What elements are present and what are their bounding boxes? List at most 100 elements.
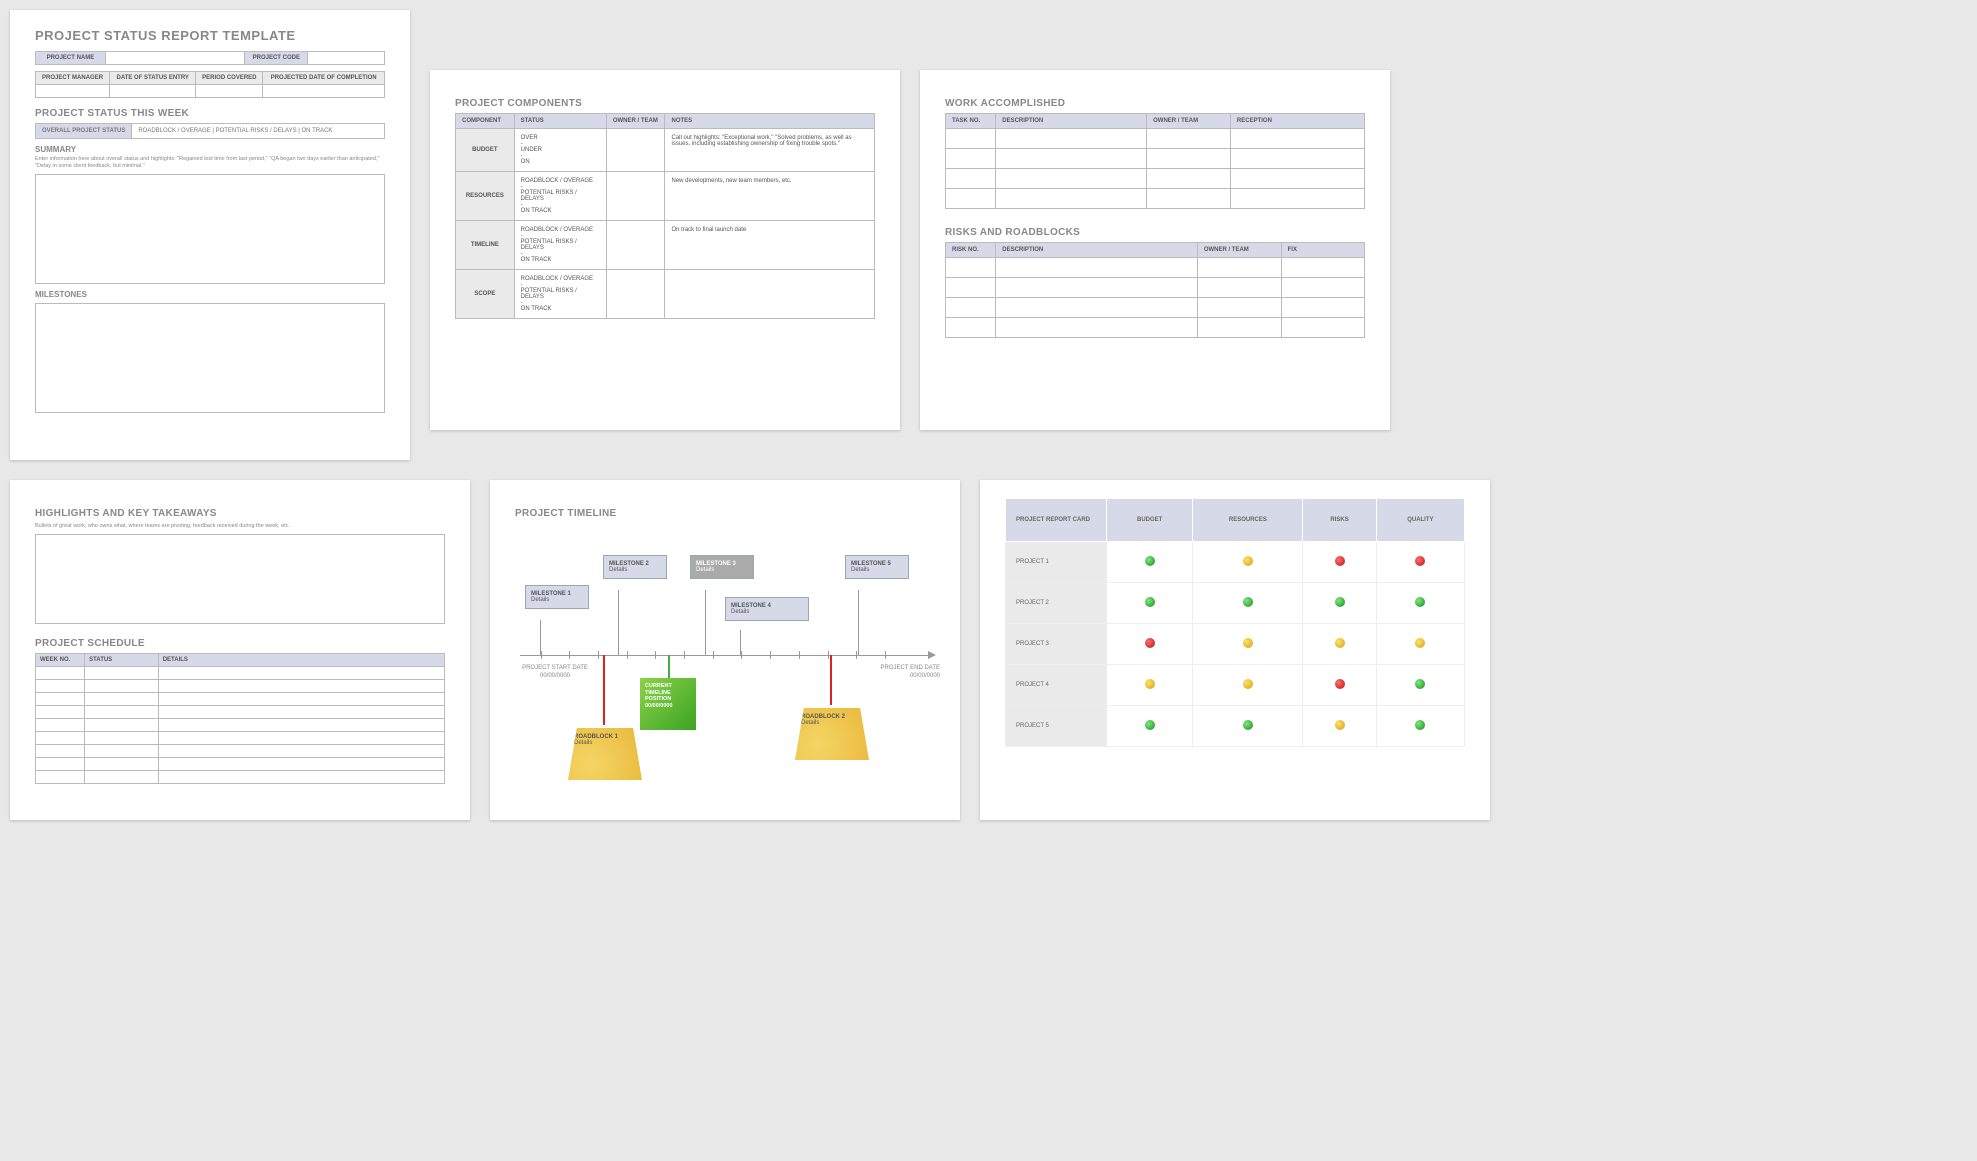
highlights-hint: Bullets of great work, who owns what, wh… — [35, 523, 445, 530]
row-label: PROJECT 4 — [1006, 665, 1107, 706]
row-label: PROJECT 5 — [1006, 706, 1107, 747]
components-heading: PROJECT COMPONENTS — [455, 98, 875, 109]
table-row — [946, 189, 1365, 209]
meta-table-1: PROJECT NAME PROJECT CODE — [35, 51, 385, 65]
milestone-4: MILESTONE 4Details — [725, 597, 809, 621]
table-row — [36, 758, 445, 771]
schedule-table: WEEK NO.STATUSDETAILS — [35, 653, 445, 784]
table-row — [946, 129, 1365, 149]
end-date: PROJECT END DATE00/00/0000 — [870, 665, 940, 681]
page-report-card: PROJECT REPORT CARD BUDGET RESOURCES RIS… — [980, 480, 1490, 820]
label-project-name: PROJECT NAME — [36, 52, 106, 65]
status-dot-icon — [1335, 679, 1345, 689]
risks-heading: RISKS AND ROADBLOCKS — [945, 227, 1365, 238]
th-status: STATUS — [514, 114, 606, 129]
page-work-risks: WORK ACCOMPLISHED TASK NO.DESCRIPTIONOWN… — [920, 70, 1390, 430]
page-status-report: PROJECT STATUS REPORT TEMPLATE PROJECT N… — [10, 10, 410, 460]
report-card-table: PROJECT REPORT CARD BUDGET RESOURCES RIS… — [1005, 498, 1465, 747]
status-dot-icon — [1145, 638, 1155, 648]
table-row — [36, 771, 445, 784]
arrow-right-icon — [928, 651, 936, 659]
timeline-axis — [520, 655, 930, 656]
schedule-heading: PROJECT SCHEDULE — [35, 638, 445, 649]
status-dot-icon — [1335, 597, 1345, 607]
th-resources: RESOURCES — [1193, 499, 1303, 542]
table-row — [946, 169, 1365, 189]
row-label: PROJECT 1 — [1006, 542, 1107, 583]
table-row: PROJECT 1 — [1006, 542, 1465, 583]
th-quality: QUALITY — [1376, 499, 1464, 542]
start-date: PROJECT START DATE00/00/0000 — [520, 665, 590, 681]
table-row: TIMELINEROADBLOCK / OVERAGE - POTENTIAL … — [456, 221, 875, 270]
roadblock-2: ROADBLOCK 2Details — [795, 708, 869, 760]
summary-heading: SUMMARY — [35, 145, 385, 154]
table-row: BUDGETOVER - UNDER - ONCall out highligh… — [456, 129, 875, 172]
milestone-5: MILESTONE 5Details — [845, 555, 909, 579]
table-row: PROJECT 5 — [1006, 706, 1465, 747]
status-row: OVERALL PROJECT STATUS ROADBLOCK / OVERA… — [35, 123, 385, 139]
label-project-code: PROJECT CODE — [245, 52, 308, 65]
timeline-heading: PROJECT TIMELINE — [515, 508, 935, 519]
status-dot-icon — [1243, 638, 1253, 648]
status-dot-icon — [1335, 720, 1345, 730]
work-heading: WORK ACCOMPLISHED — [945, 98, 1365, 109]
table-row — [946, 258, 1365, 278]
table-row — [36, 680, 445, 693]
th-owner: OWNER / TEAM — [606, 114, 665, 129]
milestones-box[interactable] — [35, 303, 385, 413]
risks-table: RISK NO.DESCRIPTIONOWNER / TEAMFIX — [945, 242, 1365, 338]
th-report-card: PROJECT REPORT CARD — [1006, 499, 1107, 542]
table-row: RESOURCESROADBLOCK / OVERAGE - POTENTIAL… — [456, 172, 875, 221]
status-dot-icon — [1145, 679, 1155, 689]
components-table: COMPONENT STATUS OWNER / TEAM NOTES BUDG… — [455, 113, 875, 319]
table-row: PROJECT 3 — [1006, 624, 1465, 665]
th-notes: NOTES — [665, 114, 875, 129]
table-row: SCOPEROADBLOCK / OVERAGE - POTENTIAL RIS… — [456, 270, 875, 319]
status-dot-icon — [1145, 720, 1155, 730]
table-row — [36, 667, 445, 680]
th-component: COMPONENT — [456, 114, 515, 129]
meta-table-2: PROJECT MANAGER DATE OF STATUS ENTRY PER… — [35, 71, 385, 98]
summary-box[interactable] — [35, 174, 385, 284]
table-row — [36, 706, 445, 719]
status-dot-icon — [1335, 638, 1345, 648]
status-dot-icon — [1145, 556, 1155, 566]
page-highlights-schedule: HIGHLIGHTS AND KEY TAKEAWAYS Bullets of … — [10, 480, 470, 820]
milestone-2: MILESTONE 2Details — [603, 555, 667, 579]
label-date-entry: DATE OF STATUS ENTRY — [110, 72, 196, 85]
overall-status-label: OVERALL PROJECT STATUS — [36, 124, 132, 138]
work-table: TASK NO.DESCRIPTIONOWNER / TEAMRECEPTION — [945, 113, 1365, 209]
table-row: PROJECT 2 — [1006, 583, 1465, 624]
table-row — [946, 298, 1365, 318]
summary-hint: Enter information here about overall sta… — [35, 156, 385, 170]
label-pm: PROJECT MANAGER — [36, 72, 110, 85]
status-dot-icon — [1243, 679, 1253, 689]
row-label: PROJECT 3 — [1006, 624, 1107, 665]
status-dot-icon — [1243, 556, 1253, 566]
th-budget: BUDGET — [1106, 499, 1192, 542]
milestones-heading: MILESTONES — [35, 290, 385, 299]
highlights-box[interactable] — [35, 534, 445, 624]
table-row — [946, 318, 1365, 338]
table-row — [36, 732, 445, 745]
milestone-1: MILESTONE 1Details — [525, 585, 589, 609]
row-label: PROJECT 2 — [1006, 583, 1107, 624]
milestone-3: MILESTONE 3Details — [690, 555, 754, 579]
label-period: PERIOD COVERED — [196, 72, 263, 85]
status-dot-icon — [1243, 597, 1253, 607]
table-row — [36, 745, 445, 758]
status-dot-icon — [1145, 597, 1155, 607]
page-timeline: PROJECT TIMELINE MILESTONE 1Details MILE… — [490, 480, 960, 820]
status-dot-icon — [1415, 556, 1425, 566]
table-row — [36, 719, 445, 732]
table-row — [946, 278, 1365, 298]
status-dot-icon — [1335, 556, 1345, 566]
status-dot-icon — [1415, 638, 1425, 648]
page-title: PROJECT STATUS REPORT TEMPLATE — [35, 28, 385, 43]
status-this-week-heading: PROJECT STATUS THIS WEEK — [35, 108, 385, 119]
table-row — [36, 693, 445, 706]
status-dot-icon — [1415, 597, 1425, 607]
label-completion: PROJECTED DATE OF COMPLETION — [263, 72, 385, 85]
table-row — [946, 149, 1365, 169]
current-position: CURRENTTIMELINEPOSITION00/00/0000 — [640, 678, 696, 730]
